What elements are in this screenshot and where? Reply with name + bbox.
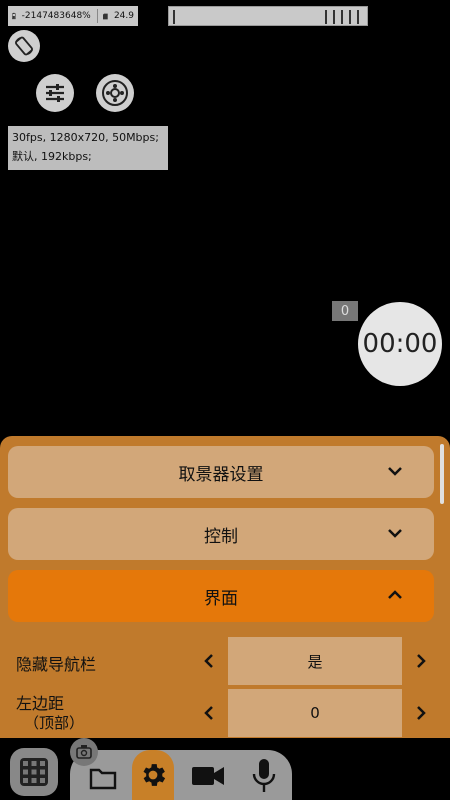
rotate-icon bbox=[15, 36, 33, 56]
audio-mode-button[interactable] bbox=[244, 752, 284, 800]
section-label: 控制 bbox=[204, 526, 238, 547]
zoom-seekbar[interactable] bbox=[168, 6, 368, 26]
microphone-icon bbox=[252, 759, 276, 792]
audio-info-line: 默认, 192kbps; bbox=[12, 150, 92, 163]
sd-card-icon bbox=[103, 13, 108, 19]
video-camera-icon bbox=[192, 767, 224, 785]
film-reel-icon bbox=[102, 80, 128, 106]
setting-label: 隐藏导航栏 bbox=[16, 655, 97, 674]
setting-label: 左边距 bbox=[16, 694, 65, 713]
settings-panel: 取景器设置 控制 界面 隐藏导航栏 是 左边距 （顶部） 0 bbox=[0, 436, 450, 738]
setting-value: 是 bbox=[228, 637, 402, 685]
section-label: 取景器设置 bbox=[178, 464, 264, 485]
chevron-down-icon bbox=[388, 467, 402, 476]
folder-button[interactable] bbox=[86, 758, 120, 798]
gear-button[interactable] bbox=[132, 750, 174, 800]
seekbar-ticks bbox=[325, 10, 359, 24]
arrow-right-icon[interactable] bbox=[414, 652, 428, 670]
memory-readout: -2147483648% bbox=[21, 11, 91, 21]
folder-icon bbox=[89, 768, 117, 790]
setting-row-hide-navbar: 隐藏导航栏 是 bbox=[0, 636, 440, 686]
settings-button[interactable] bbox=[36, 74, 74, 112]
arrow-right-icon[interactable] bbox=[414, 704, 428, 722]
grid-icon bbox=[20, 758, 48, 786]
section-interface[interactable]: 界面 bbox=[8, 570, 434, 622]
photo-counter: 0 bbox=[332, 301, 358, 321]
chevron-down-icon bbox=[388, 529, 402, 538]
sliders-icon bbox=[46, 84, 64, 102]
section-viewfinder-settings[interactable]: 取景器设置 bbox=[8, 446, 434, 498]
chevron-up-icon bbox=[388, 590, 402, 599]
section-controls[interactable]: 控制 bbox=[8, 508, 434, 560]
gallery-button[interactable] bbox=[96, 74, 134, 112]
arrow-left-icon[interactable] bbox=[202, 704, 216, 722]
battery-icon bbox=[12, 12, 16, 20]
gear-icon bbox=[143, 764, 166, 786]
record-timer-button[interactable]: 00:00 bbox=[358, 302, 442, 386]
grid-button[interactable] bbox=[10, 748, 58, 796]
arrow-left-icon[interactable] bbox=[202, 652, 216, 670]
setting-label-sub: （顶部） bbox=[24, 714, 85, 732]
video-settings-info: 30fps, 1280x720, 50Mbps; 默认, 192kbps; bbox=[8, 126, 168, 170]
video-info-line: 30fps, 1280x720, 50Mbps; bbox=[12, 131, 159, 144]
storage-readout: 24.9 bbox=[113, 11, 134, 21]
section-label: 界面 bbox=[204, 588, 238, 609]
status-bar: -2147483648% 24.9 bbox=[8, 6, 138, 26]
setting-row-left-margin: 左边距 （顶部） 0 bbox=[0, 688, 440, 738]
rotate-button[interactable] bbox=[8, 30, 40, 62]
panel-scrollbar[interactable] bbox=[440, 444, 444, 504]
video-mode-button[interactable] bbox=[188, 754, 228, 798]
setting-value: 0 bbox=[228, 689, 402, 737]
